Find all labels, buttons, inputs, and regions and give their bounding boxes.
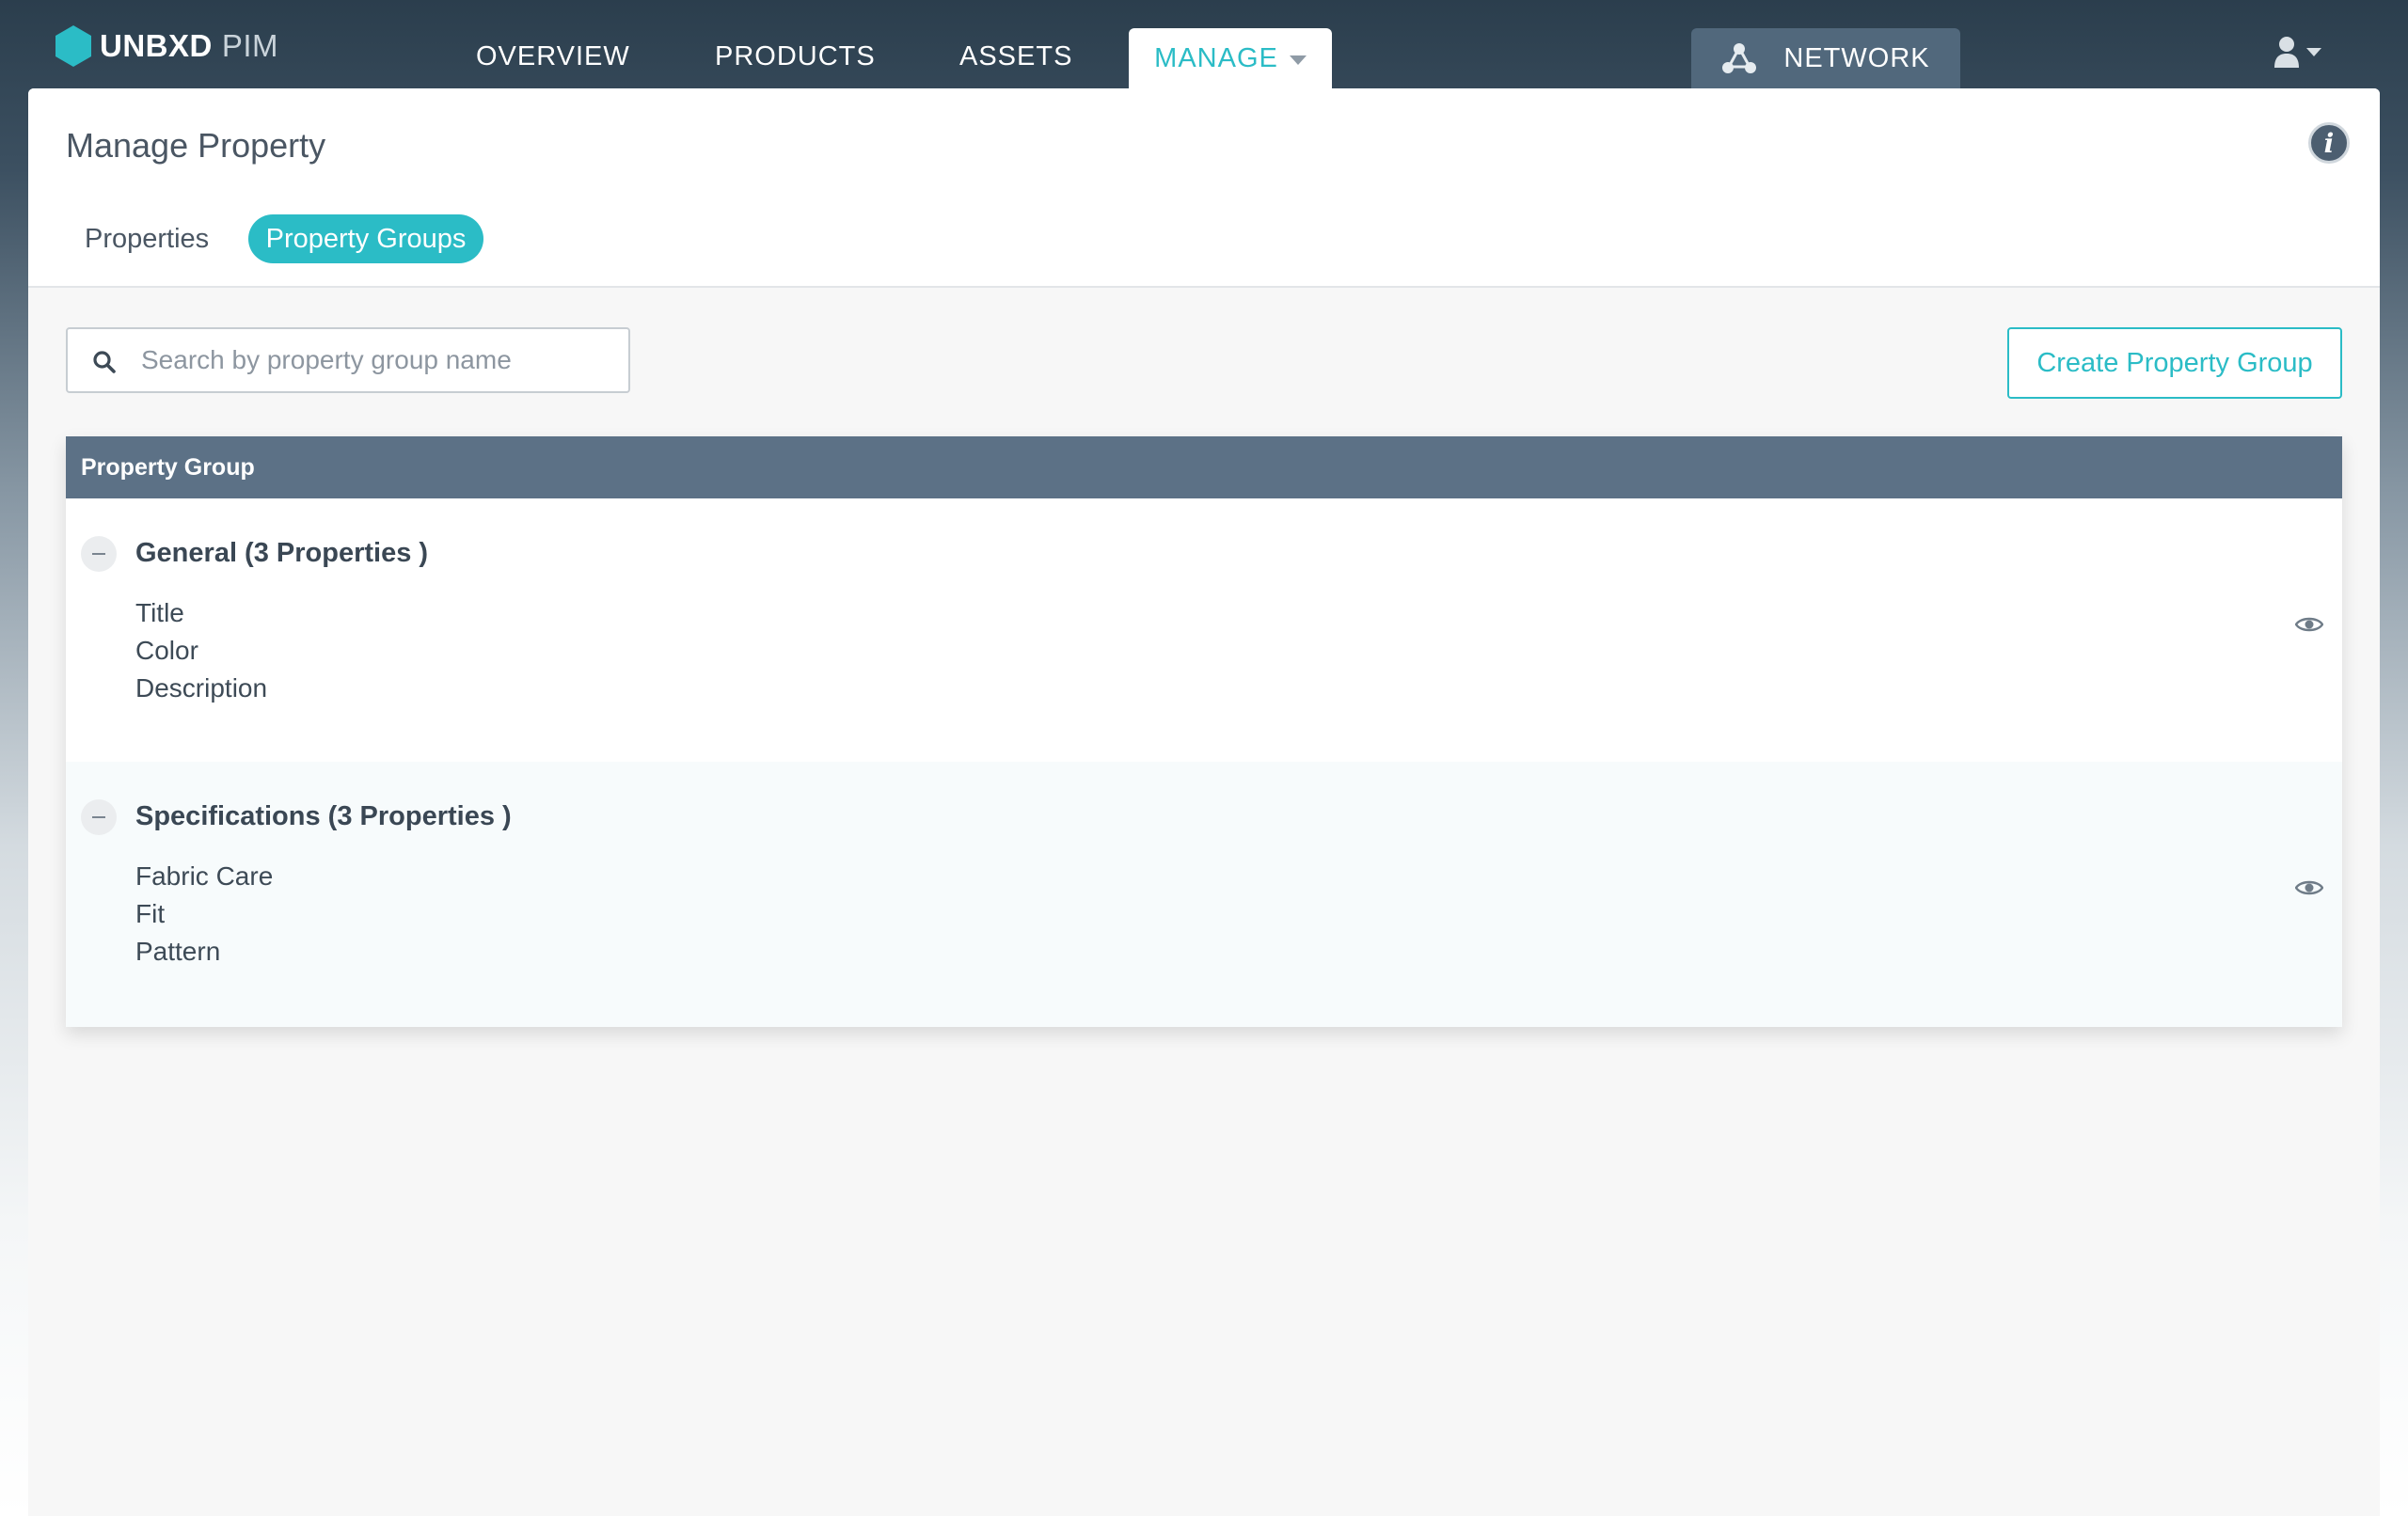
- nav-assets[interactable]: ASSETS: [959, 28, 1072, 85]
- table-row: Specifications (3 Properties ) Fabric Ca…: [66, 762, 2342, 1027]
- nav-products[interactable]: PRODUCTS: [715, 28, 876, 85]
- main-panel: Manage Property i Properties Property Gr…: [28, 88, 2380, 1516]
- page-title: Manage Property: [66, 126, 326, 165]
- table-header-property-group: Property Group: [66, 436, 2342, 498]
- list-item: Fabric Care: [135, 861, 274, 891]
- list-item: Color: [135, 636, 198, 665]
- property-list: Title Color Description: [135, 594, 267, 707]
- nav-overview[interactable]: OVERVIEW: [476, 28, 630, 85]
- nav-manage-label: MANAGE: [1154, 42, 1278, 73]
- group-title: General (3 Properties ): [135, 538, 429, 568]
- app-logo[interactable]: UNBXD PIM: [55, 24, 278, 68]
- chevron-down-icon: [2306, 47, 2321, 56]
- create-property-group-button[interactable]: Create Property Group: [2007, 327, 2342, 399]
- nav-network[interactable]: NETWORK: [1691, 28, 1960, 88]
- info-icon[interactable]: i: [2308, 122, 2350, 164]
- nav-network-label: NETWORK: [1783, 42, 1930, 73]
- list-item: Description: [135, 673, 268, 703]
- user-icon: [2274, 37, 2299, 68]
- chevron-down-icon: [1289, 55, 1307, 65]
- eye-icon[interactable]: [2295, 878, 2323, 897]
- brand-name: UNBXD: [100, 28, 213, 63]
- search-input[interactable]: [141, 329, 611, 391]
- list-item: Pattern: [135, 937, 221, 966]
- property-list: Fabric Care Fit Pattern: [135, 858, 273, 971]
- collapse-minus-icon[interactable]: [81, 536, 117, 572]
- nav-manage[interactable]: MANAGE: [1129, 28, 1332, 88]
- property-group-table: Property Group General (3 Properties ) T…: [66, 436, 2342, 1027]
- product-name: PIM: [221, 28, 279, 63]
- list-item: Title: [135, 598, 184, 627]
- top-navigation-bar: UNBXD PIM OVERVIEW PRODUCTS ASSETS MANAG…: [0, 0, 2408, 88]
- hexagon-logo-icon: [55, 25, 91, 67]
- search-icon: [93, 351, 116, 373]
- group-title: Specifications (3 Properties ): [135, 801, 512, 831]
- tab-property-groups[interactable]: Property Groups: [248, 214, 483, 263]
- list-item: Fit: [135, 899, 166, 928]
- search-box: [66, 327, 630, 393]
- eye-icon[interactable]: [2295, 615, 2323, 634]
- panel-header: Manage Property i Properties Property Gr…: [28, 88, 2380, 288]
- network-nodes-icon: [1722, 43, 1757, 73]
- collapse-minus-icon[interactable]: [81, 799, 117, 835]
- user-menu[interactable]: [2274, 36, 2321, 68]
- table-row: General (3 Properties ) Title Color Desc…: [66, 498, 2342, 764]
- tab-properties[interactable]: Properties: [85, 214, 209, 263]
